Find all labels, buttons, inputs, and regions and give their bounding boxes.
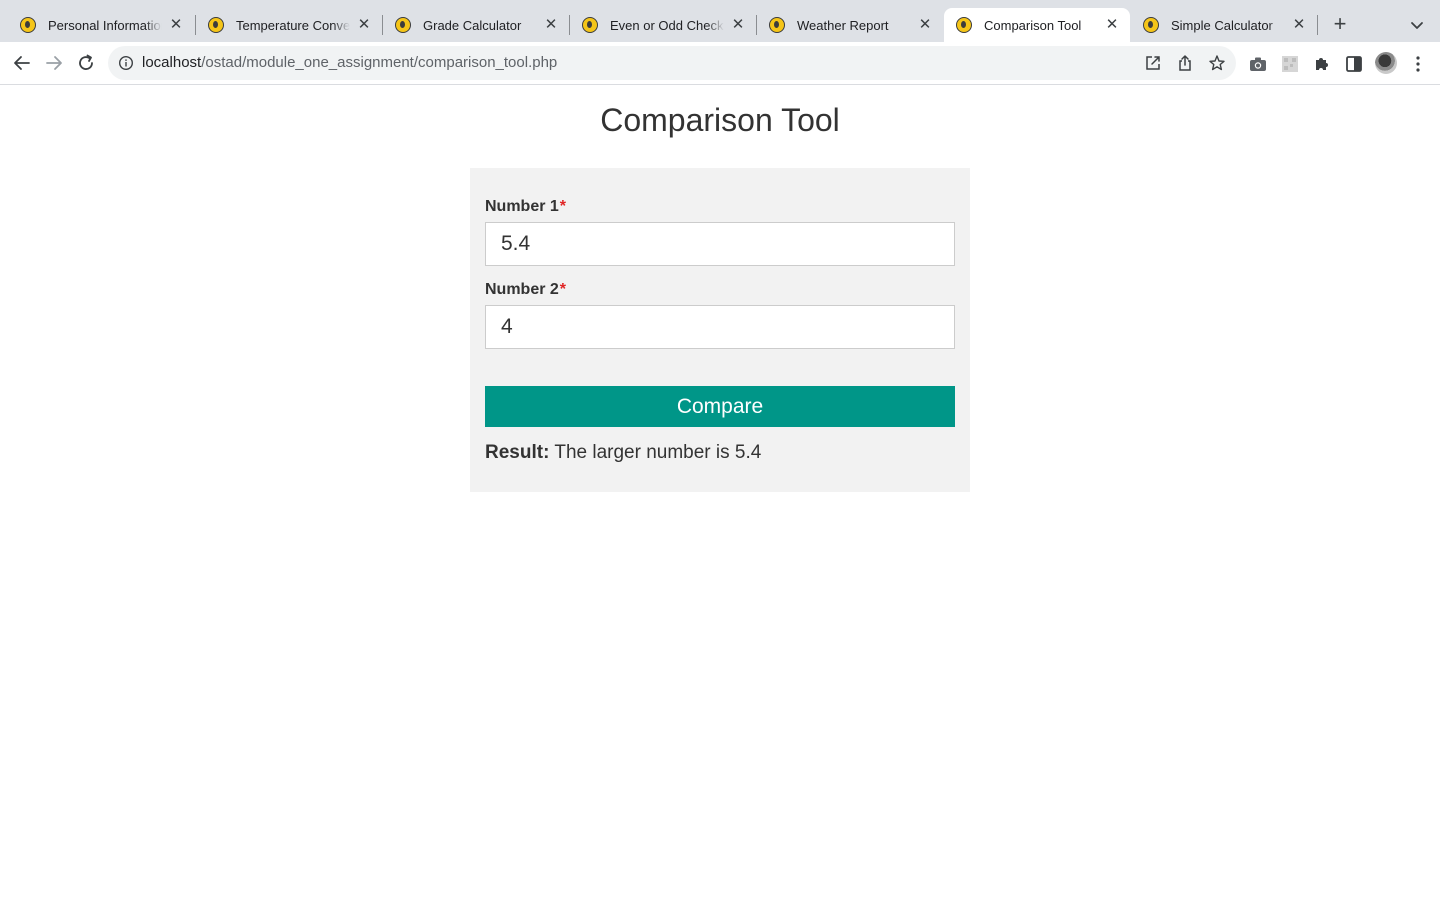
profile-avatar[interactable] — [1375, 52, 1397, 74]
extensions-puzzle-icon[interactable] — [1312, 54, 1332, 74]
page-content: Comparison Tool Number 1* Number 2* Comp… — [0, 86, 1440, 900]
number1-label: Number 1* — [485, 198, 566, 216]
site-favicon-icon — [20, 17, 36, 33]
tab-personal-information[interactable]: Personal Information Form ✕ — [8, 8, 194, 42]
required-marker: * — [559, 198, 567, 215]
tab-weather-report[interactable]: Weather Report ✕ — [757, 8, 943, 42]
page-title: Comparison Tool — [600, 102, 840, 138]
site-favicon-icon — [582, 17, 598, 33]
url-host: localhost — [142, 54, 202, 71]
close-tab-icon[interactable]: ✕ — [356, 17, 372, 33]
bookmark-star-icon[interactable] — [1208, 54, 1226, 72]
close-tab-icon[interactable]: ✕ — [917, 17, 933, 33]
tab-title: Even or Odd Checker — [610, 17, 724, 33]
site-favicon-icon — [208, 17, 224, 33]
tab-simple-calculator[interactable]: Simple Calculator ✕ — [1131, 8, 1317, 42]
tab-title: Simple Calculator — [1171, 17, 1273, 33]
tab-title: Personal Information Form — [48, 17, 162, 33]
back-arrow-icon[interactable] — [10, 51, 34, 75]
more-menu-icon[interactable] — [1408, 54, 1428, 74]
url-path: /ostad/module_one_assignment/comparison_… — [201, 54, 558, 71]
info-icon[interactable] — [118, 55, 134, 71]
tab-title: Grade Calculator — [423, 17, 522, 33]
tab-grade-calculator[interactable]: Grade Calculator ✕ — [383, 8, 569, 42]
tab-title: Temperature Converter — [236, 17, 350, 33]
close-tab-icon[interactable]: ✕ — [730, 17, 746, 33]
tab-comparison-tool[interactable]: Comparison Tool ✕ — [944, 8, 1130, 42]
open-in-new-window-icon[interactable] — [1144, 54, 1162, 72]
new-tab-plus-icon[interactable]: + — [1328, 13, 1352, 37]
qr-code-extension-icon[interactable] — [1280, 54, 1300, 74]
comparison-form-card: Number 1* Number 2* Compare Result: The … — [470, 168, 970, 492]
site-favicon-icon — [769, 17, 785, 33]
compare-button[interactable]: Compare — [485, 386, 955, 427]
site-favicon-icon — [956, 17, 972, 33]
share-icon[interactable] — [1176, 54, 1194, 72]
number1-label-text: Number 1 — [485, 198, 559, 215]
side-panel-icon[interactable] — [1344, 54, 1364, 74]
forward-arrow-icon[interactable] — [42, 51, 66, 75]
tab-divider — [1317, 15, 1318, 35]
close-tab-icon[interactable]: ✕ — [543, 17, 559, 33]
result-value: The larger number is 5.4 — [554, 442, 762, 463]
result-label: Result: — [485, 442, 550, 463]
close-tab-icon[interactable]: ✕ — [1104, 17, 1120, 33]
result-text: Result: The larger number is 5.4 — [485, 442, 761, 464]
close-tab-icon[interactable]: ✕ — [1291, 17, 1307, 33]
site-favicon-icon — [1143, 17, 1159, 33]
reload-icon[interactable] — [74, 51, 98, 75]
url-text[interactable]: localhost/ostad/module_one_assignment/co… — [142, 54, 557, 71]
number2-label: Number 2* — [485, 281, 566, 299]
number1-input[interactable] — [485, 222, 955, 266]
tab-title: Weather Report — [797, 17, 889, 33]
tab-title: Comparison Tool — [984, 17, 1082, 33]
number2-label-text: Number 2 — [485, 281, 559, 298]
browser-toolbar: localhost/ostad/module_one_assignment/co… — [0, 42, 1440, 85]
site-favicon-icon — [395, 17, 411, 33]
close-tab-icon[interactable]: ✕ — [168, 17, 184, 33]
camera-icon[interactable] — [1248, 54, 1268, 74]
required-marker: * — [559, 281, 567, 298]
tab-strip: Personal Information Form ✕ Temperature … — [0, 0, 1440, 42]
address-bar[interactable]: localhost/ostad/module_one_assignment/co… — [108, 46, 1236, 80]
tab-even-or-odd-checker[interactable]: Even or Odd Checker ✕ — [570, 8, 756, 42]
chevron-down-icon[interactable] — [1407, 15, 1427, 35]
number2-input[interactable] — [485, 305, 955, 349]
tab-temperature-converter[interactable]: Temperature Converter ✕ — [196, 8, 382, 42]
